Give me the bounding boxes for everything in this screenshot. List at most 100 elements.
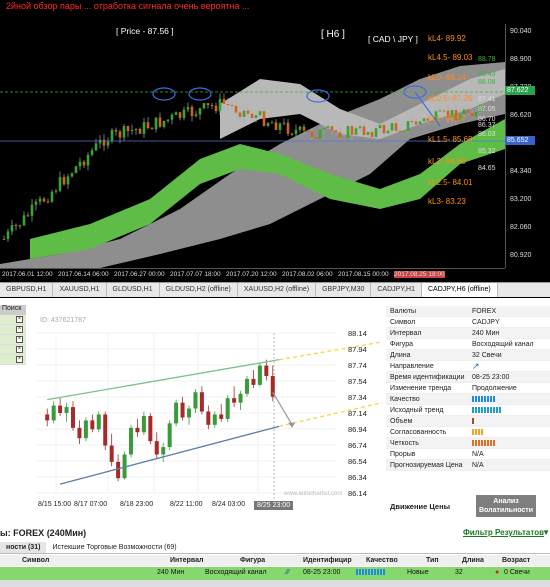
y-tick: 87.14 [348, 409, 367, 418]
candle-body [238, 112, 242, 117]
chart-tab[interactable]: GLDUSD,H1 [107, 283, 160, 297]
candle [180, 402, 185, 418]
candle-body [74, 166, 78, 174]
col-age[interactable]: Возраст [502, 557, 530, 564]
close-icon[interactable]: × [16, 356, 23, 363]
time-axis: 2017.06.01 12:00 2017.06.14 06:00 2017.06.… [0, 268, 505, 280]
x-tick: 8/24 03:00 [212, 501, 246, 508]
y-tick: 87.94 [348, 345, 367, 354]
candle-body [142, 122, 146, 134]
candle-body [42, 198, 46, 202]
candle-body [346, 126, 350, 139]
candle-body [150, 128, 154, 130]
horizontal-scrollbar[interactable] [0, 580, 550, 587]
col-length[interactable]: Длина [462, 557, 484, 564]
candle-body [362, 126, 366, 136]
info-value: CADJPY [472, 318, 500, 326]
candle-body [278, 123, 282, 130]
y-tick: 87.54 [348, 377, 367, 386]
close-icon[interactable]: × [16, 336, 23, 343]
funnel-icon[interactable]: ▼ [542, 528, 550, 537]
info-value [472, 418, 550, 424]
candle-body [114, 129, 118, 132]
info-key: Направление [390, 362, 434, 370]
chart-tab[interactable]: CADJPY,H6 (offline) [421, 283, 498, 297]
chart-tab[interactable]: GBPUSD,H1 [0, 283, 54, 297]
candle [71, 407, 75, 428]
candle-body [122, 126, 126, 138]
forecast-arrowhead [288, 422, 296, 428]
candle-body [198, 108, 202, 115]
info-row: Прорыв N/A [386, 449, 550, 460]
time-tick: 2017.06.01 12:00 [2, 271, 53, 278]
candle-body [6, 231, 10, 239]
close-icon[interactable]: × [16, 346, 23, 353]
candle-body [438, 110, 442, 112]
candle-body [394, 123, 398, 131]
candle-body [262, 111, 266, 126]
rating-bars [472, 418, 550, 424]
candle-body [210, 105, 214, 107]
chart-tab[interactable]: GLDUSD,H2 (offline) [160, 283, 238, 297]
table-row[interactable]: 240 Мин Восходящий канал ⁄⁄⁄ 08-25 23:00… [0, 567, 550, 580]
level-label: kL3- 83.23 [428, 197, 466, 206]
level-label: kL4- 89.92 [428, 34, 466, 43]
row-pattern: Восходящий канал [205, 569, 267, 576]
chart-tab[interactable]: XAUUSD,H1 [53, 283, 107, 297]
col-pattern[interactable]: Фигура [240, 557, 265, 564]
time-tick: 2017.07.20 12:00 [226, 271, 277, 278]
candle [109, 445, 114, 462]
close-icon[interactable]: × [16, 326, 23, 333]
filter-results-link[interactable]: Фильтр Результатов [463, 528, 544, 537]
candle [161, 447, 166, 455]
info-row: Изменение тренда Продолжение [386, 383, 550, 394]
info-value [472, 440, 550, 446]
candle [83, 420, 88, 439]
candle-body [106, 141, 110, 146]
list-item[interactable]: × [0, 345, 26, 355]
list-item[interactable]: × [0, 355, 26, 365]
candle [264, 365, 269, 376]
chart-tab[interactable]: CADJPY,H1 [371, 283, 422, 297]
y-tick: 86.54 [348, 457, 367, 466]
candle-body [366, 131, 370, 136]
candle-body [322, 127, 326, 130]
level-label: kL1.5- 85.68 [428, 135, 473, 144]
pattern-chart[interactable]: ID: 437621787 www.autochartist.com 88.14… [36, 303, 382, 515]
col-type[interactable]: Тип [426, 557, 439, 564]
col-symbol[interactable]: Символ [22, 557, 49, 564]
list-item[interactable]: × [0, 325, 26, 335]
info-value: Продолжение [472, 384, 517, 392]
volatility-analysis-button[interactable]: Анализ Волатильности [476, 495, 536, 517]
y-tick: 87.34 [348, 393, 367, 402]
level-side-value: 86.03 [478, 131, 496, 138]
tab-opportunities[interactable]: ности (31) [0, 542, 47, 553]
candle-body [182, 109, 186, 118]
list-item[interactable]: × [0, 315, 26, 325]
info-row: Фигура Восходящий канал [386, 339, 550, 350]
rating-bars [472, 396, 550, 402]
price-axis[interactable]: 90.04088.90087.72086.62085.45084.34083.2… [505, 24, 550, 268]
candle [45, 414, 50, 421]
col-identified[interactable]: Идентифицир [303, 557, 352, 564]
info-key: Исходный тренд [390, 406, 444, 414]
results-tabs: ности (31) Истекшие Торговые Возможности… [0, 542, 550, 554]
candle-body [474, 111, 478, 117]
chart-tab[interactable]: GBPJPY,M30 [316, 283, 372, 297]
candle [212, 414, 217, 425]
candle-body [258, 111, 262, 116]
tab-expired-opportunities[interactable]: Истекшие Торговые Возможности (69) [46, 542, 182, 553]
candle [238, 393, 243, 403]
info-key: Согласованность [390, 428, 447, 436]
y-tick: 86.94 [348, 425, 367, 434]
candle-body [30, 204, 34, 216]
mt4-chart-window[interactable]: 2йной обзор пары ... отработка сигнала о… [0, 0, 550, 298]
candle-body [70, 173, 74, 177]
list-item[interactable]: × [0, 335, 26, 345]
close-icon[interactable]: × [16, 316, 23, 323]
col-interval[interactable]: Интервал [170, 557, 203, 564]
chart-tab[interactable]: XAUUSD,H2 (offline) [238, 283, 317, 297]
candle-body [270, 122, 274, 124]
highlight-ellipse [152, 87, 176, 101]
col-quality[interactable]: Качество [366, 557, 398, 564]
